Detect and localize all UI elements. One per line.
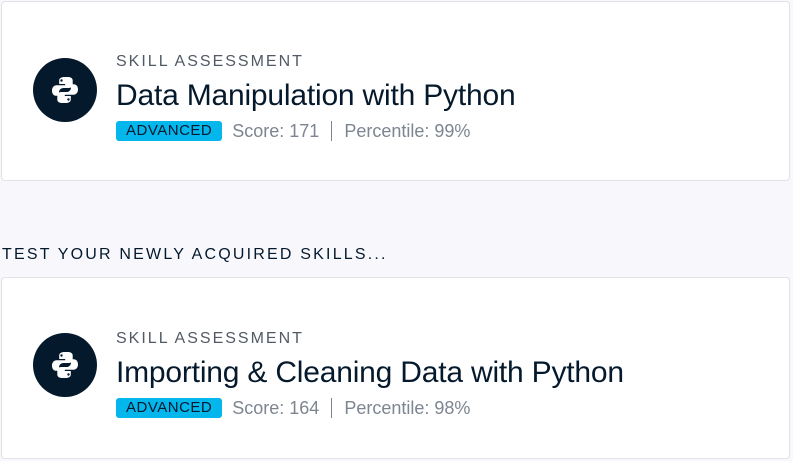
percentile-text: Percentile: 99%: [344, 121, 471, 141]
card-text: SKILL ASSESSMENT Data Manipulation with …: [116, 53, 516, 143]
score-text: Score: 164: [232, 398, 320, 418]
card-eyebrow: SKILL ASSESSMENT: [116, 330, 304, 347]
level-badge: ADVANCED: [116, 398, 223, 418]
card-title[interactable]: Data Manipulation with Python: [116, 79, 516, 113]
level-badge: ADVANCED: [116, 121, 223, 141]
python-logo-icon: [33, 58, 97, 122]
assessment-card-data-manipulation[interactable]: SKILL ASSESSMENT Data Manipulation with …: [1, 1, 790, 181]
assessment-card-importing-cleaning[interactable]: SKILL ASSESSMENT Importing & Cleaning Da…: [1, 277, 790, 459]
percentile-text: Percentile: 98%: [344, 398, 471, 418]
card-meta: ADVANCED Score: 164 Percentile: 98%: [116, 396, 624, 420]
card-text: SKILL ASSESSMENT Importing & Cleaning Da…: [116, 330, 624, 420]
score-text: Score: 171: [232, 121, 320, 141]
section-heading: TEST YOUR NEWLY ACQUIRED SKILLS...: [2, 246, 388, 263]
python-logo-icon: [33, 333, 97, 397]
meta-separator: [331, 121, 333, 141]
card-title[interactable]: Importing & Cleaning Data with Python: [116, 356, 624, 390]
meta-separator: [331, 398, 333, 418]
card-meta: ADVANCED Score: 171 Percentile: 99%: [116, 119, 515, 143]
card-eyebrow: SKILL ASSESSMENT: [116, 53, 304, 70]
